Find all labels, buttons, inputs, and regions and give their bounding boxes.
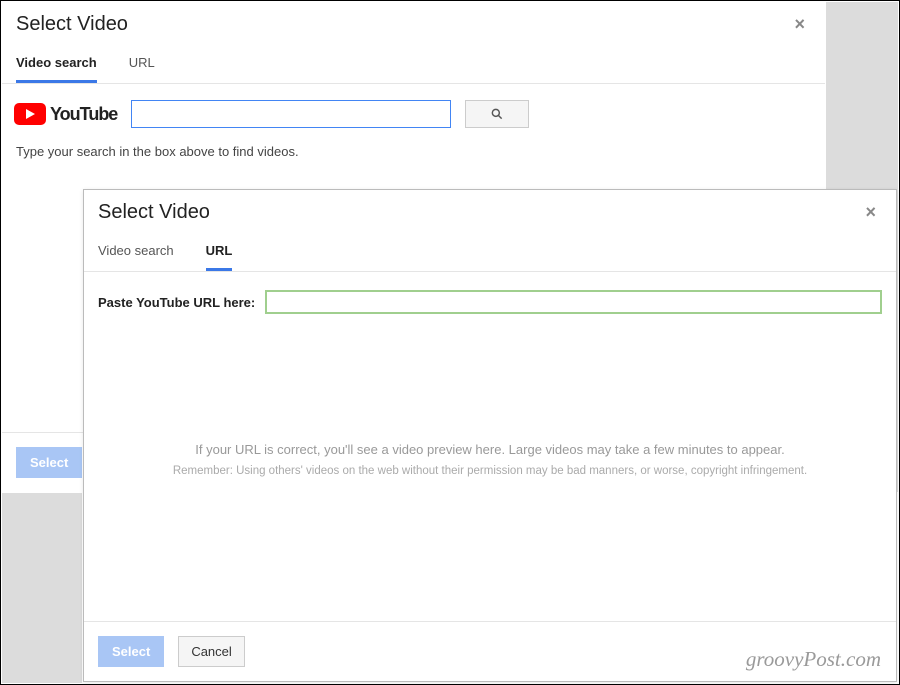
url-row: Paste YouTube URL here: xyxy=(84,272,896,332)
url-label: Paste YouTube URL here: xyxy=(98,295,255,310)
youtube-url-input[interactable] xyxy=(265,290,882,314)
dialog2-title: Select Video xyxy=(98,201,210,224)
close-icon[interactable]: × xyxy=(859,200,882,225)
dialog1-tabs: Video search URL xyxy=(2,41,825,84)
background-gray-bottom xyxy=(2,493,82,683)
tab-video-search[interactable]: Video search xyxy=(16,55,97,83)
youtube-play-icon xyxy=(14,103,46,125)
video-preview-placeholder: If your URL is correct, you'll see a vid… xyxy=(84,332,896,477)
search-help-text: Type your search in the box above to fin… xyxy=(2,136,825,167)
dialog2-tabs: Video search URL xyxy=(84,229,896,272)
video-search-input[interactable] xyxy=(131,100,451,128)
select-button[interactable]: Select xyxy=(16,447,82,478)
dialog1-titlebar: Select Video × xyxy=(2,2,825,41)
tab-url[interactable]: URL xyxy=(206,243,233,271)
search-row: YouTube xyxy=(2,84,825,136)
select-button[interactable]: Select xyxy=(98,636,164,667)
cancel-button[interactable]: Cancel xyxy=(178,636,244,667)
search-icon xyxy=(490,107,504,121)
search-button[interactable] xyxy=(465,100,529,128)
tab-video-search[interactable]: Video search xyxy=(98,243,174,271)
watermark-text: groovyPost.com xyxy=(746,647,881,672)
dialog2-titlebar: Select Video × xyxy=(84,190,896,229)
dialog1-title: Select Video xyxy=(16,13,128,36)
youtube-logo: YouTube xyxy=(14,103,117,125)
preview-help-line1: If your URL is correct, you'll see a vid… xyxy=(114,442,866,457)
youtube-logo-text: YouTube xyxy=(50,104,117,125)
tab-url[interactable]: URL xyxy=(129,55,155,83)
close-icon[interactable]: × xyxy=(788,12,811,37)
preview-help-line2: Remember: Using others' videos on the we… xyxy=(114,465,866,477)
select-video-dialog-url: Select Video × Video search URL Paste Yo… xyxy=(83,189,897,682)
